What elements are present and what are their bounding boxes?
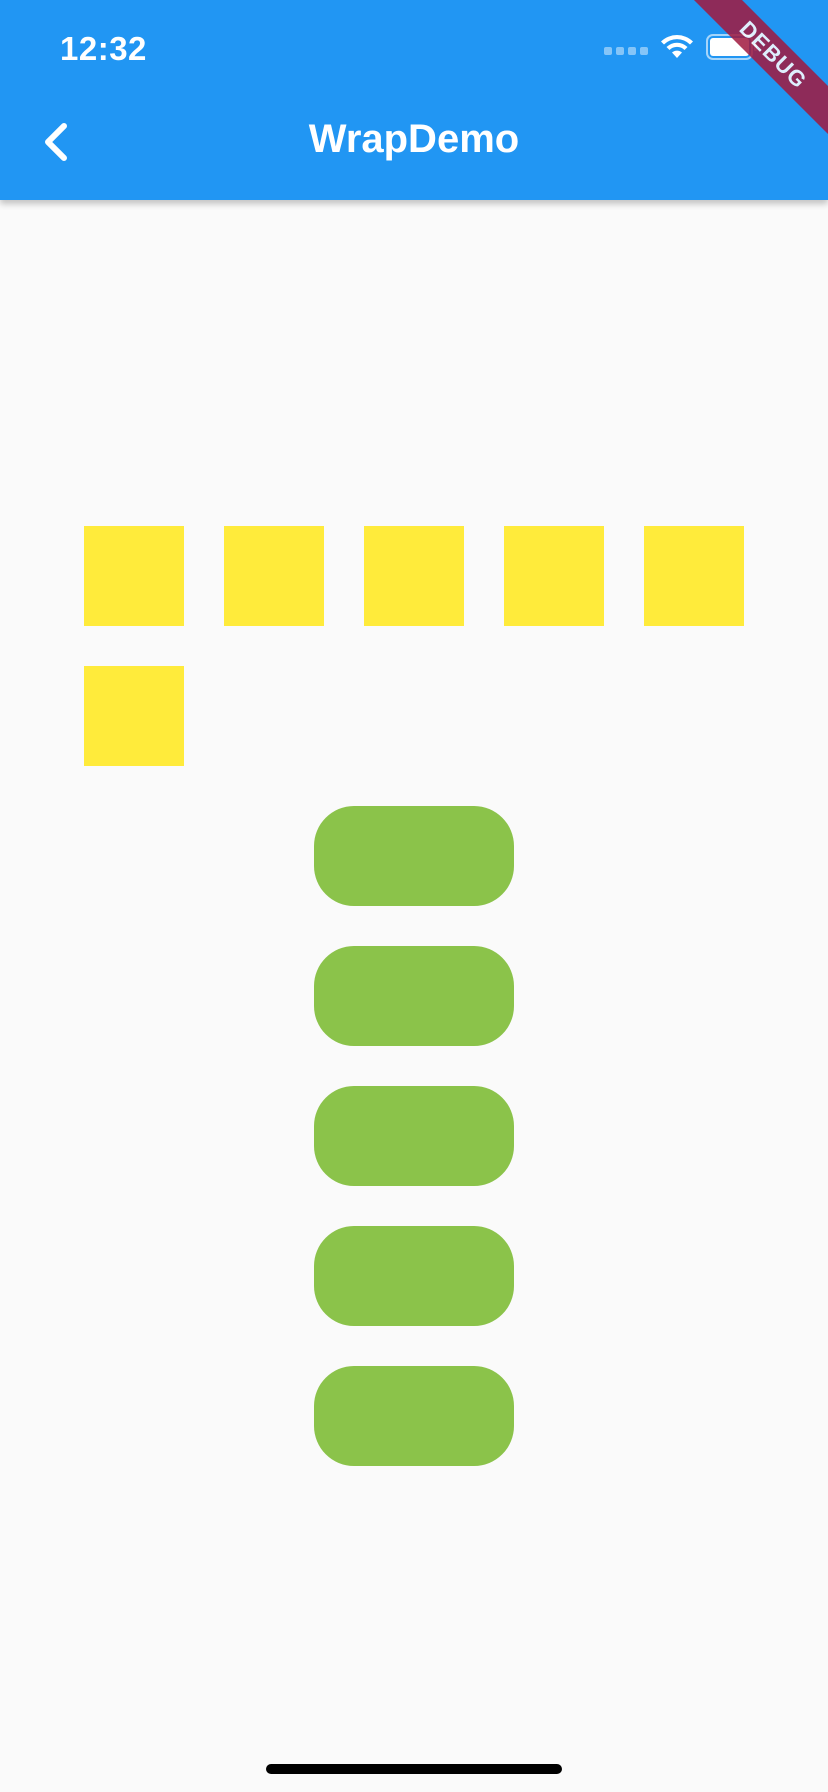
app-bar: 12:32 WrapDemo [0, 0, 828, 200]
app-screen: 12:32 WrapDemo DEBUG [0, 0, 828, 1792]
status-time: 12:32 [60, 30, 147, 67]
green-pill [314, 1366, 514, 1466]
yellow-box [84, 526, 184, 626]
green-pill [314, 1226, 514, 1326]
yellow-box [84, 666, 184, 766]
vertical-wrap [314, 806, 514, 1466]
home-indicator[interactable] [266, 1764, 562, 1774]
page-title: WrapDemo [308, 117, 520, 161]
cellular-signal-icon [604, 47, 648, 55]
green-pill [314, 946, 514, 1046]
horizontal-wrap [84, 526, 744, 766]
green-pill [314, 1086, 514, 1186]
green-pill [314, 806, 514, 906]
yellow-box [224, 526, 324, 626]
yellow-box [504, 526, 604, 626]
yellow-box [364, 526, 464, 626]
wifi-icon [661, 35, 693, 58]
yellow-box [644, 526, 744, 626]
